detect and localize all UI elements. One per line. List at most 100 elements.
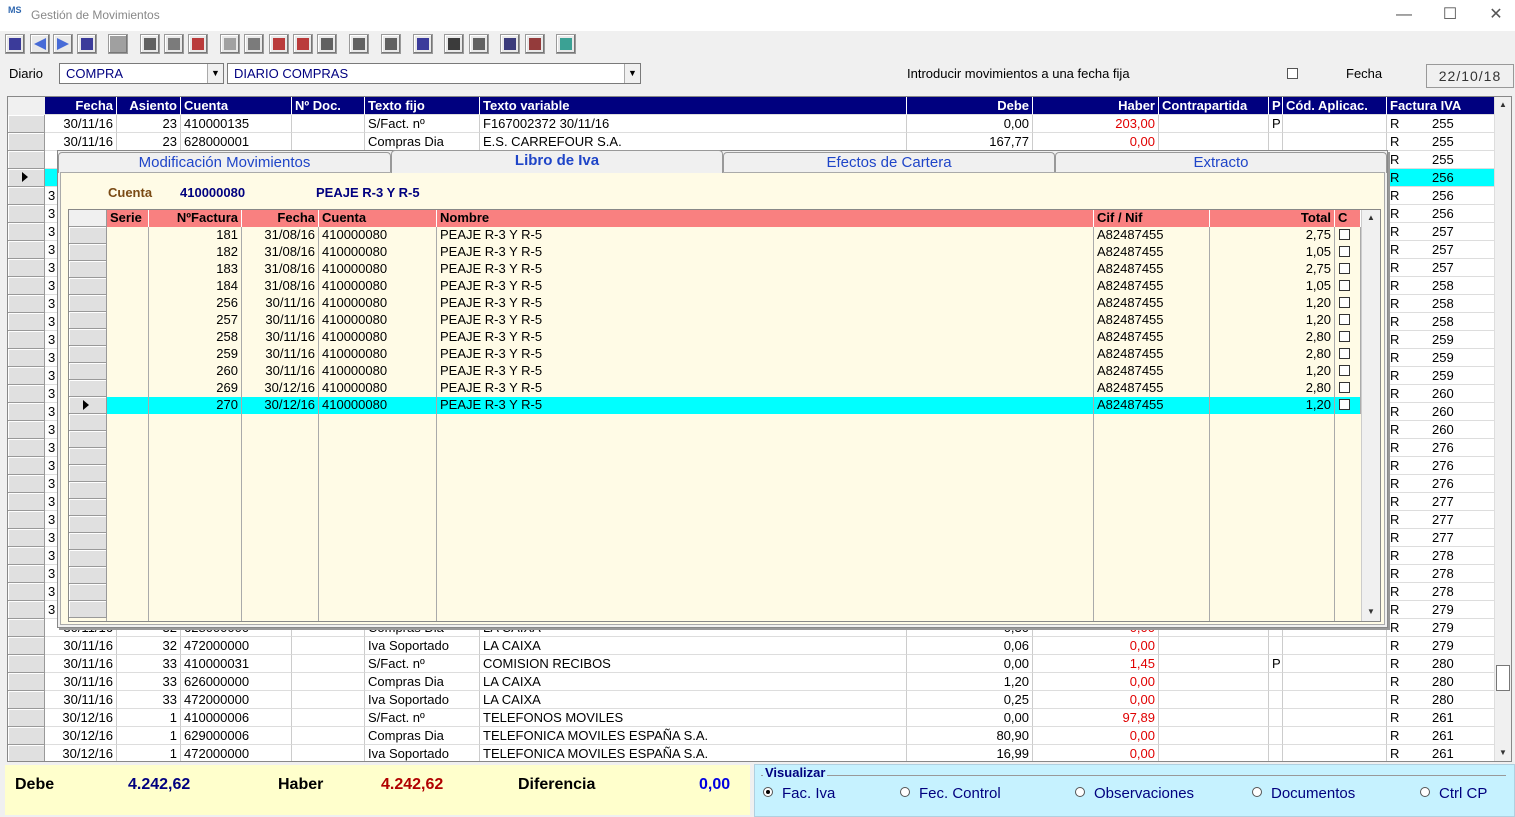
row-selector[interactable] [69, 601, 107, 618]
radio-label[interactable]: Fac. Iva [782, 785, 835, 802]
tab-efectos-de-cartera[interactable]: Efectos de Cartera [723, 152, 1055, 173]
column-header[interactable]: Cód. Aplicac. [1283, 97, 1387, 115]
row-checkbox[interactable] [1339, 382, 1350, 393]
row-selector[interactable] [8, 655, 45, 673]
row-selector[interactable] [8, 133, 45, 151]
zoom-button[interactable] [244, 34, 264, 54]
cell-c[interactable] [1335, 295, 1361, 312]
fecha-field[interactable]: 22/10/18 [1426, 64, 1514, 88]
scroll-up-icon[interactable]: ▲ [1363, 210, 1379, 226]
sort-desc-button[interactable] [293, 34, 313, 54]
iva-row[interactable]: 257 30/11/16 410000080 PEAJE R-3 Y R-5 A8248… [69, 312, 1361, 329]
row-selector[interactable] [69, 312, 107, 329]
row-selector[interactable] [8, 457, 45, 475]
row-selector[interactable] [8, 277, 45, 295]
iva-row[interactable]: 183 31/08/16 410000080 PEAJE R-3 Y R-5 A8248… [69, 261, 1361, 278]
next-record-button[interactable] [53, 34, 73, 54]
row-selector[interactable] [69, 431, 107, 448]
column-header[interactable]: C [1335, 210, 1361, 227]
row-selector[interactable] [8, 115, 45, 133]
row-selector[interactable] [69, 465, 107, 482]
row-selector[interactable] [8, 223, 45, 241]
row-checkbox[interactable] [1339, 365, 1350, 376]
row-selector[interactable] [8, 493, 45, 511]
sort-asc-button[interactable] [269, 34, 289, 54]
table-row[interactable]: 30/12/16 1 410000006 S/Fact. nº TELEFONOS MO… [8, 709, 1495, 727]
table-row[interactable]: 30/11/16 23 410000135 S/Fact. nº F167002372 … [8, 115, 1495, 133]
column-header[interactable]: Nº Doc. [292, 97, 365, 115]
column-header[interactable]: Debe [907, 97, 1033, 115]
scroll-down-icon[interactable]: ▼ [1495, 745, 1511, 761]
row-selector[interactable] [8, 259, 45, 277]
cell-c[interactable] [1335, 261, 1361, 278]
minimize-icon[interactable]: — [1381, 0, 1427, 31]
row-selector[interactable] [8, 727, 45, 745]
row-selector[interactable] [8, 529, 45, 547]
print-button[interactable] [317, 34, 337, 54]
row-selector[interactable] [69, 567, 107, 584]
row-selector[interactable] [8, 439, 45, 457]
table-row[interactable]: 30/11/16 33 626000000 Compras Dia LA CAIXA 1,… [8, 673, 1495, 691]
cell-c[interactable] [1335, 329, 1361, 346]
last-record-button[interactable] [77, 34, 97, 54]
row-checkbox[interactable] [1339, 246, 1350, 257]
row-selector[interactable] [8, 403, 45, 421]
chevron-down-icon[interactable]: ▼ [624, 64, 640, 83]
insert-button[interactable] [500, 34, 520, 54]
radio-fac-iva[interactable] [763, 787, 773, 797]
row-selector[interactable] [8, 313, 45, 331]
row-selector[interactable] [69, 295, 107, 312]
tab-modificaci-n-movimientos[interactable]: Modificación Movimientos [58, 152, 391, 173]
row-selector[interactable] [69, 482, 107, 499]
row-selector[interactable] [69, 261, 107, 278]
row-selector[interactable] [8, 187, 45, 205]
row-selector[interactable] [69, 397, 107, 414]
iva-row[interactable]: 181 31/08/16 410000080 PEAJE R-3 Y R-5 A8248… [69, 227, 1361, 244]
cell-c[interactable] [1335, 278, 1361, 295]
row-selector[interactable] [8, 151, 45, 169]
diario-code-select[interactable]: COMPRA ▼ [59, 63, 224, 84]
table-row[interactable]: 30/12/16 1 629000006 Compras Dia TELEFONICA … [8, 727, 1495, 745]
radio-label[interactable]: Documentos [1271, 785, 1355, 802]
column-header[interactable]: Cuenta [319, 210, 437, 227]
column-header[interactable]: Total [1210, 210, 1335, 227]
row-selector[interactable] [8, 241, 45, 259]
row-selector[interactable] [8, 511, 45, 529]
chevron-down-icon[interactable]: ▼ [207, 64, 223, 83]
cell-c[interactable] [1335, 312, 1361, 329]
row-selector[interactable] [8, 367, 45, 385]
row-selector[interactable] [8, 475, 45, 493]
scroll-up-icon[interactable]: ▲ [1495, 97, 1511, 113]
row-selector[interactable] [8, 691, 45, 709]
column-header[interactable]: Fecha [242, 210, 319, 227]
row-selector[interactable] [69, 227, 107, 244]
row-selector[interactable] [8, 547, 45, 565]
iva-row[interactable]: 256 30/11/16 410000080 PEAJE R-3 Y R-5 A8248… [69, 295, 1361, 312]
row-selector[interactable] [69, 363, 107, 380]
column-header[interactable]: Cif / Nif [1094, 210, 1210, 227]
find-button[interactable] [140, 34, 160, 54]
row-selector[interactable] [69, 414, 107, 431]
iva-vertical-scrollbar[interactable]: ▲ ▼ [1361, 210, 1380, 621]
column-header[interactable]: Cuenta [181, 97, 292, 115]
scroll-down-icon[interactable]: ▼ [1363, 604, 1379, 620]
tab-libro-de-iva[interactable]: Libro de Iva [391, 150, 723, 173]
row-selector[interactable] [8, 349, 45, 367]
report-button[interactable] [188, 34, 208, 54]
first-record-button[interactable] [5, 34, 25, 54]
row-checkbox[interactable] [1339, 331, 1350, 342]
calculator-button[interactable] [349, 34, 369, 54]
calendar-button[interactable] [444, 34, 464, 54]
row-selector[interactable] [69, 346, 107, 363]
row-selector[interactable] [8, 295, 45, 313]
column-header[interactable]: Fecha [45, 97, 117, 115]
table-row[interactable]: 30/12/16 1 472000000 Iva Soportado TELEFONIC… [8, 745, 1495, 761]
iva-row[interactable]: 270 30/12/16 410000080 PEAJE R-3 Y R-5 A8248… [69, 397, 1361, 414]
row-selector[interactable] [69, 244, 107, 261]
vertical-scrollbar[interactable]: ▲ ▼ [1494, 97, 1511, 761]
column-header[interactable]: Texto variable [480, 97, 907, 115]
iva-row[interactable]: 184 31/08/16 410000080 PEAJE R-3 Y R-5 A8248… [69, 278, 1361, 295]
row-selector[interactable] [69, 584, 107, 601]
iva-row[interactable]: 182 31/08/16 410000080 PEAJE R-3 Y R-5 A8248… [69, 244, 1361, 261]
table-row[interactable]: 30/11/16 32 472000000 Iva Soportado LA CAIXA… [8, 637, 1495, 655]
